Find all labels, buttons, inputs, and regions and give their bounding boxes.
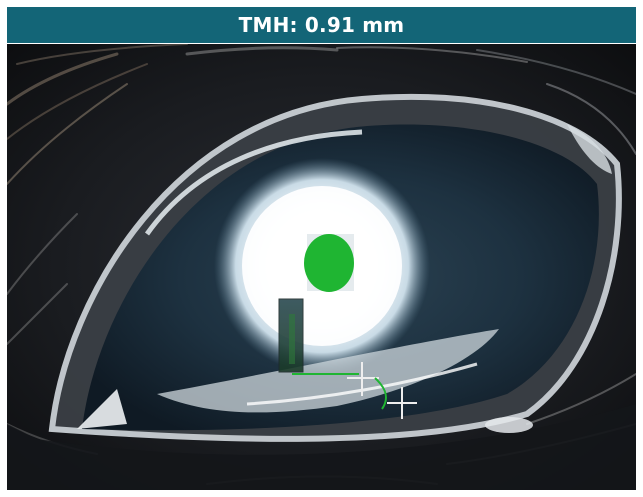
tear-meniscus-height-readout: TMH: 0.91 mm <box>238 13 405 37</box>
eye-image <box>7 44 636 490</box>
green-reflection-marker[interactable] <box>304 234 354 292</box>
measurement-title-bar: TMH: 0.91 mm <box>7 7 636 43</box>
measurement-strip-signal <box>289 314 295 364</box>
eye-image-viewport[interactable] <box>7 44 636 490</box>
measurement-window: TMH: 0.91 mm <box>0 0 643 497</box>
lower-lid-reflection <box>485 417 533 433</box>
